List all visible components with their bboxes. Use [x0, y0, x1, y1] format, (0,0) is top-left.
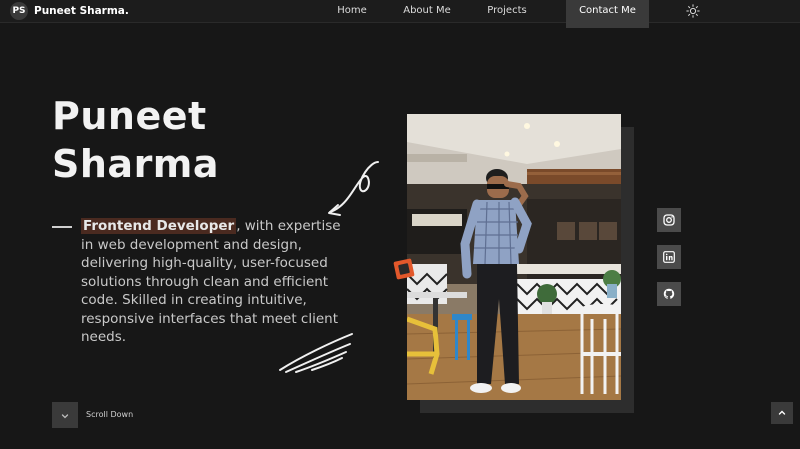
- profile-photo: [407, 114, 621, 400]
- sun-icon[interactable]: [686, 4, 700, 18]
- linkedin-icon: [663, 251, 675, 263]
- hero-name: Puneet Sharma: [52, 92, 219, 188]
- github-icon: [663, 288, 675, 299]
- instagram-icon: [663, 214, 675, 226]
- chevron-up-icon: [778, 410, 786, 415]
- linkedin-link[interactable]: [657, 245, 681, 269]
- chevron-down-icon: [61, 414, 69, 419]
- github-link[interactable]: [657, 282, 681, 306]
- hero-name-last: Sharma: [52, 142, 220, 186]
- hero-description: Frontend Developer, with expertise in we…: [81, 217, 346, 347]
- scroll-down-label[interactable]: Scroll Down: [86, 410, 133, 419]
- logo-text: Puneet Sharma.: [34, 5, 129, 17]
- logo-mark: PS: [10, 2, 28, 20]
- logo[interactable]: PS Puneet Sharma.: [10, 2, 129, 20]
- navbar: PS Puneet Sharma. Home About Me Projects: [0, 0, 800, 23]
- nav-link-projects[interactable]: Projects: [482, 0, 532, 22]
- hero-name-first: Puneet: [52, 94, 207, 138]
- instagram-link[interactable]: [657, 208, 681, 232]
- profile-photo-illustration: [407, 114, 621, 400]
- nav-link-home[interactable]: Home: [330, 0, 374, 22]
- arrow-doodle-icon: [328, 161, 379, 216]
- description-text: , with expertise in web development and …: [81, 218, 341, 345]
- profile-badge-icon: [393, 258, 415, 280]
- nav-contact-button[interactable]: Contact Me: [566, 0, 649, 28]
- scroll-down-button[interactable]: [52, 402, 78, 428]
- nav-link-about[interactable]: About Me: [399, 0, 455, 22]
- scribble-doodle-icon: [279, 333, 353, 373]
- description-dash: [52, 226, 72, 228]
- back-to-top-button[interactable]: [771, 402, 793, 424]
- role-highlight: Frontend Developer: [81, 218, 237, 234]
